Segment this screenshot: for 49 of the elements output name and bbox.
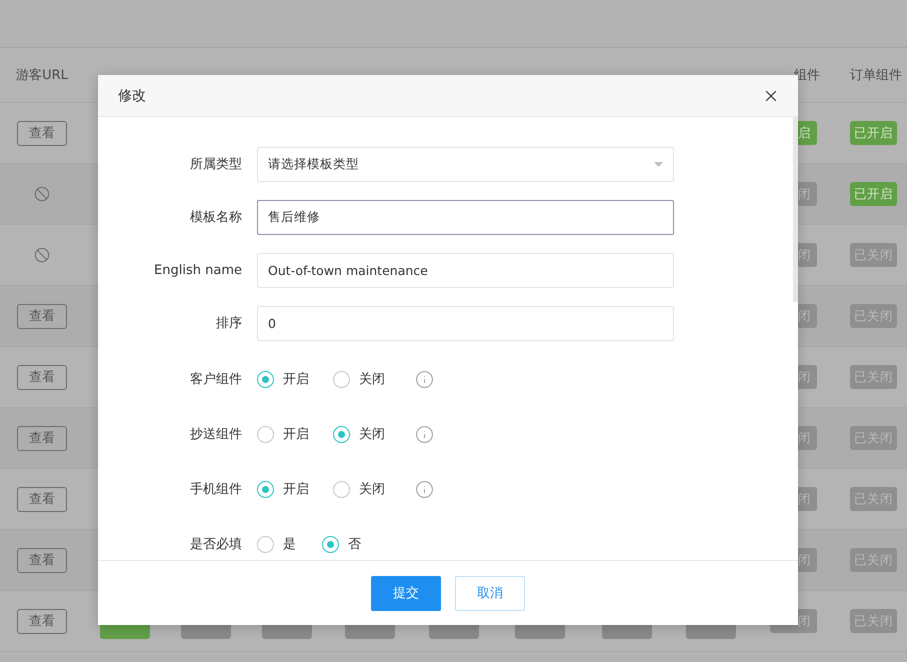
- disabled-icon: [34, 247, 50, 263]
- view-button[interactable]: 查看: [17, 486, 67, 512]
- view-button[interactable]: 查看: [17, 426, 67, 450]
- radio-label: 关闭: [359, 426, 385, 443]
- radio-label: 否: [348, 536, 361, 553]
- radio-label: 关闭: [359, 481, 385, 498]
- field-label: 抄送组件: [189, 426, 243, 443]
- view-button[interactable]: 查看: [17, 548, 67, 572]
- select-placeholder: 请选择模板类型: [268, 156, 359, 172]
- field-label: 所属类型: [189, 156, 243, 173]
- status-tag: 已开启: [850, 182, 897, 206]
- radio-label: 开启: [283, 426, 309, 443]
- view-button[interactable]: 查看: [17, 364, 67, 390]
- caret-icon: [654, 162, 663, 166]
- field-label: 客户组件: [189, 371, 243, 388]
- radio-button[interactable]: [333, 480, 350, 498]
- view-button[interactable]: 查看: [17, 120, 67, 146]
- submit-button[interactable]: 提交: [371, 576, 441, 610]
- radio-button[interactable]: [257, 426, 274, 442]
- field-label: English name: [153, 262, 243, 278]
- info-icon[interactable]: [415, 370, 434, 388]
- field-label: 模板名称: [189, 209, 243, 226]
- radio-button[interactable]: [257, 536, 274, 552]
- view-button[interactable]: 查看: [17, 304, 67, 328]
- cancel-button[interactable]: 取消: [455, 576, 525, 610]
- text-field[interactable]: 0: [257, 306, 674, 340]
- disabled-icon: [34, 186, 50, 202]
- radio-label: 开启: [283, 371, 309, 388]
- radio-label: 是: [283, 536, 296, 553]
- field-label: 手机组件: [189, 481, 243, 498]
- radio-label: 开启: [283, 481, 309, 498]
- text-field[interactable]: Out-of-town maintenance: [257, 252, 674, 288]
- type-select[interactable]: 请选择模板类型: [257, 146, 674, 182]
- field-label: 是否必填: [189, 536, 243, 553]
- status-tag: 已开启: [850, 121, 897, 145]
- radio-button[interactable]: [257, 480, 274, 498]
- view-button[interactable]: 查看: [17, 608, 67, 634]
- text-field[interactable]: 售后维修: [257, 200, 674, 234]
- field-label: 排序: [215, 315, 243, 332]
- radio-button[interactable]: [322, 536, 339, 552]
- info-icon[interactable]: [415, 480, 434, 498]
- column-header: 游客URL: [16, 67, 68, 84]
- column-header: 订单组件: [850, 67, 902, 84]
- radio-label: 关闭: [359, 371, 385, 388]
- dialog-title: 修改: [118, 86, 146, 104]
- info-icon[interactable]: [415, 424, 434, 444]
- radio-button[interactable]: [333, 426, 350, 442]
- radio-button[interactable]: [257, 370, 274, 388]
- radio-button[interactable]: [333, 370, 350, 388]
